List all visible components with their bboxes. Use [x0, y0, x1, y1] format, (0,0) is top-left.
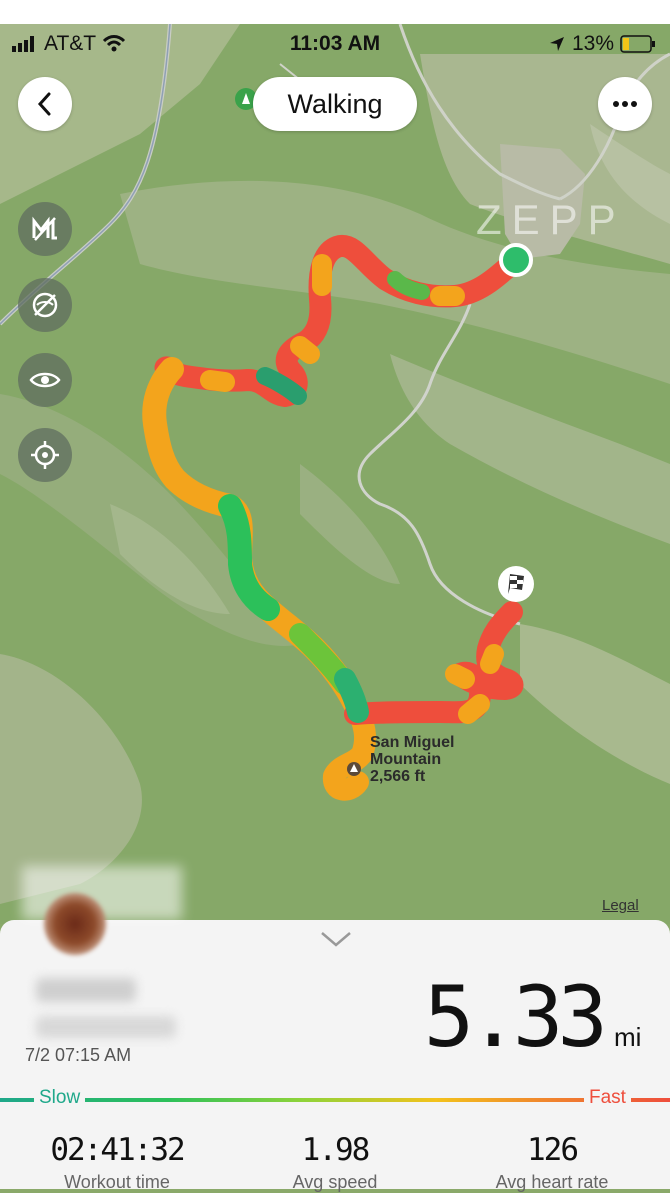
battery-icon [620, 35, 655, 53]
more-icon [613, 101, 637, 107]
satellite-toggle-button[interactable] [18, 278, 72, 332]
status-right: 13% [548, 32, 656, 56]
workout-date: 7/2 07:15 AM [25, 1045, 132, 1065]
more-button[interactable] [598, 77, 652, 131]
back-icon [37, 92, 51, 116]
peak-name-line1: San Miguel [370, 734, 455, 751]
map-canvas [0, 24, 670, 924]
peak-elevation: 2,566 ft [370, 768, 426, 785]
location-arrow-icon [549, 37, 564, 51]
back-button[interactable] [18, 77, 72, 131]
eye-icon [29, 372, 61, 388]
locate-button[interactable] [18, 428, 72, 482]
avatar[interactable] [44, 893, 106, 955]
stat-label: Avg speed [292, 1172, 378, 1192]
chevron-down-icon[interactable] [320, 930, 352, 948]
stat-value: 126 [527, 1132, 579, 1168]
status-bar: AT&T 11:03 AM 13% [0, 24, 670, 62]
speed-fast-label: Fast [584, 1087, 631, 1109]
stat-avg-heart-rate: 126 Avg heart rate [452, 1132, 652, 1193]
stat-workout-time: 02:41:32 Workout time [17, 1132, 217, 1193]
distance-value: 5.33 [423, 968, 608, 1066]
distance-unit: mi [614, 1022, 642, 1052]
activity-title: Walking [253, 77, 417, 131]
peak-label: San Miguel Mountain 2,566 ft [370, 734, 454, 785]
stat-value: 1.98 [301, 1132, 371, 1168]
top-white-band [0, 0, 670, 24]
finish-flag-icon [498, 566, 534, 602]
user-subtitle-redacted [36, 1016, 176, 1038]
user-name-redacted [36, 978, 136, 1002]
speed-slow-label: Slow [34, 1087, 86, 1109]
stat-avg-speed: 1.98 Avg speed [235, 1132, 435, 1193]
route-map[interactable] [0, 24, 670, 924]
peak-icon [347, 762, 361, 776]
stat-label: Avg heart rate [495, 1172, 609, 1192]
battery-percent: 13% [571, 32, 614, 55]
speed-gradient-bar [0, 1098, 670, 1102]
visibility-button[interactable] [18, 353, 72, 407]
peak-name-line2: Mountain [370, 751, 442, 768]
stat-label: Workout time [64, 1172, 170, 1192]
stat-value: 02:41:32 [50, 1132, 185, 1168]
zepp-watermark: ZEPP [476, 196, 626, 243]
start-marker [499, 243, 533, 277]
satellite-off-icon [32, 292, 58, 318]
map-style-icon [32, 216, 57, 241]
locate-icon [31, 441, 59, 469]
map-style-button[interactable] [18, 202, 72, 256]
legal-link[interactable]: Legal [602, 897, 639, 914]
